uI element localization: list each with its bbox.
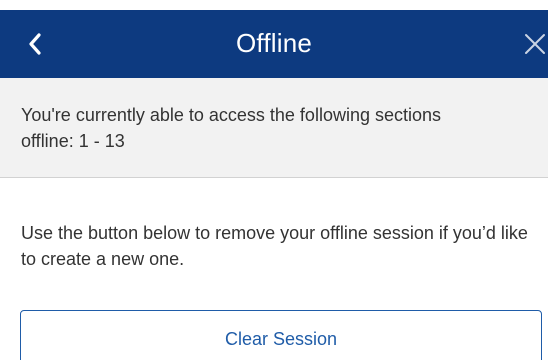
instruction-text: Use the button below to remove your offl… [21,223,528,269]
back-button[interactable] [20,28,50,60]
offline-panel: Offline You're currently able to access … [0,0,548,360]
panel-header: Offline [0,10,548,78]
clear-session-button[interactable]: Clear Session [20,310,542,360]
chevron-left-icon [29,33,41,55]
panel-title: Offline [235,28,313,58]
close-icon [525,34,545,54]
offline-sections-banner: You're currently able to access the foll… [0,78,548,178]
offline-sections-text: You're currently able to access the foll… [21,105,442,151]
close-button[interactable] [520,28,548,60]
